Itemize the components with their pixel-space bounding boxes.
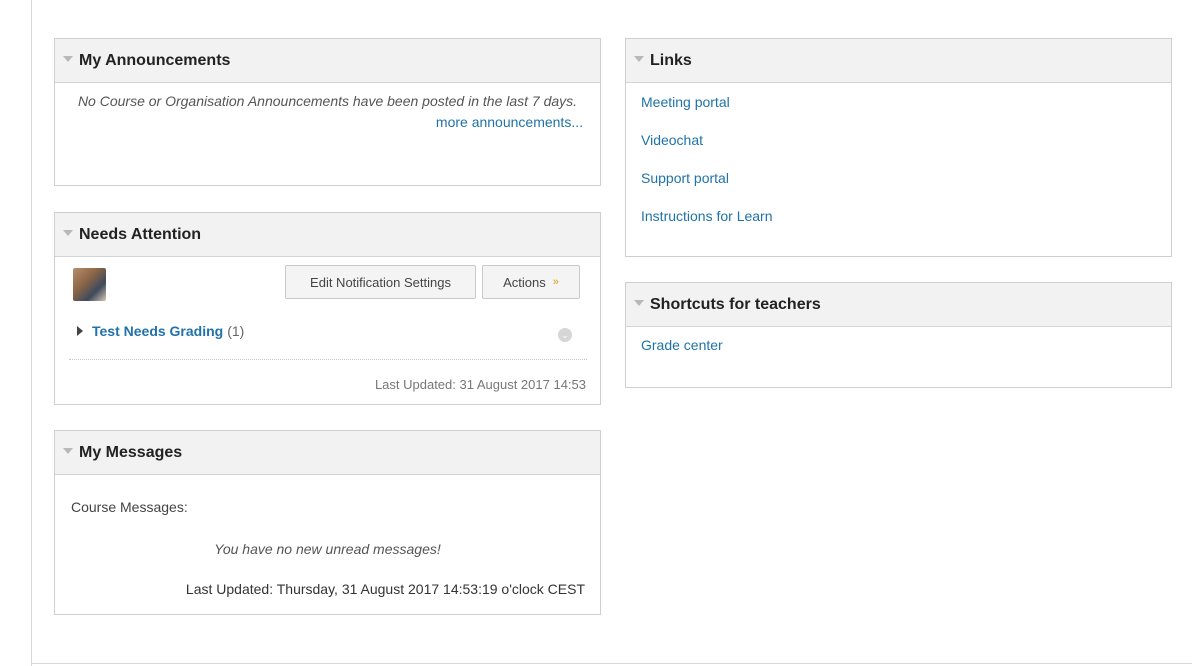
needs-grading-count: (1) — [227, 323, 245, 339]
messages-title: My Messages — [79, 443, 183, 461]
list-item: Support portal — [641, 169, 1171, 207]
collapse-triangle-icon[interactable] — [63, 230, 73, 236]
needs-grading-row[interactable]: Test Needs Grading (1) — [77, 323, 244, 339]
links-module: Links Meeting portal Videochat Support p… — [625, 38, 1172, 257]
collapse-triangle-icon[interactable] — [634, 56, 644, 62]
links-header[interactable]: Links — [626, 39, 1171, 83]
announcements-empty-text: No Course or Organisation Announcements … — [77, 93, 578, 109]
shortcuts-header[interactable]: Shortcuts for teachers — [626, 283, 1171, 327]
collapse-triangle-icon[interactable] — [63, 448, 73, 454]
needs-attention-title: Needs Attention — [79, 225, 202, 243]
list-item: Instructions for Learn — [641, 207, 1171, 245]
shortcuts-list: Grade center — [626, 327, 1171, 353]
course-messages-label: Course Messages: — [71, 499, 188, 515]
messages-last-updated: Last Updated: Thursday, 31 August 2017 1… — [185, 581, 585, 597]
shortcuts-module: Shortcuts for teachers Grade center — [625, 282, 1172, 388]
expand-arrow-icon[interactable] — [77, 326, 83, 336]
announcements-header[interactable]: My Announcements — [55, 39, 600, 83]
messages-header[interactable]: My Messages — [55, 431, 600, 475]
instructions-for-learn-link[interactable]: Instructions for Learn — [641, 208, 773, 224]
double-chevron-down-icon: » — [552, 276, 559, 288]
page-frame-left-border — [31, 0, 32, 666]
videochat-link[interactable]: Videochat — [641, 132, 703, 148]
list-item: Grade center — [641, 337, 1171, 353]
needs-attention-last-updated: Last Updated: 31 August 2017 14:53 — [374, 377, 586, 392]
page-frame-bottom-border — [31, 663, 1192, 664]
edit-notification-settings-button[interactable]: Edit Notification Settings — [285, 265, 476, 299]
links-list: Meeting portal Videochat Support portal … — [626, 83, 1171, 245]
divider — [69, 359, 587, 360]
shortcuts-title: Shortcuts for teachers — [650, 295, 821, 313]
list-item: Videochat — [641, 131, 1171, 169]
collapse-triangle-icon[interactable] — [634, 300, 644, 306]
actions-button[interactable]: Actions » — [482, 265, 580, 299]
list-item: Meeting portal — [641, 93, 1171, 131]
avatar — [73, 268, 106, 301]
messages-module: My Messages Course Messages: You have no… — [54, 430, 601, 615]
test-needs-grading-link[interactable]: Test Needs Grading — [92, 323, 223, 339]
collapse-triangle-icon[interactable] — [63, 56, 73, 62]
support-portal-link[interactable]: Support portal — [641, 170, 729, 186]
announcements-title: My Announcements — [79, 51, 231, 69]
meeting-portal-link[interactable]: Meeting portal — [641, 94, 730, 110]
more-announcements-link[interactable]: more announcements... — [436, 114, 583, 130]
needs-attention-header[interactable]: Needs Attention — [55, 213, 600, 257]
announcements-module: My Announcements No Course or Organisati… — [54, 38, 601, 186]
actions-button-label: Actions — [503, 274, 546, 290]
grade-center-link[interactable]: Grade center — [641, 337, 723, 353]
messages-empty-text: You have no new unread messages! — [214, 541, 441, 557]
item-options-icon[interactable]: ⌄ — [558, 328, 572, 342]
links-title: Links — [650, 51, 692, 69]
needs-attention-module: Needs Attention Edit Notification Settin… — [54, 212, 601, 405]
